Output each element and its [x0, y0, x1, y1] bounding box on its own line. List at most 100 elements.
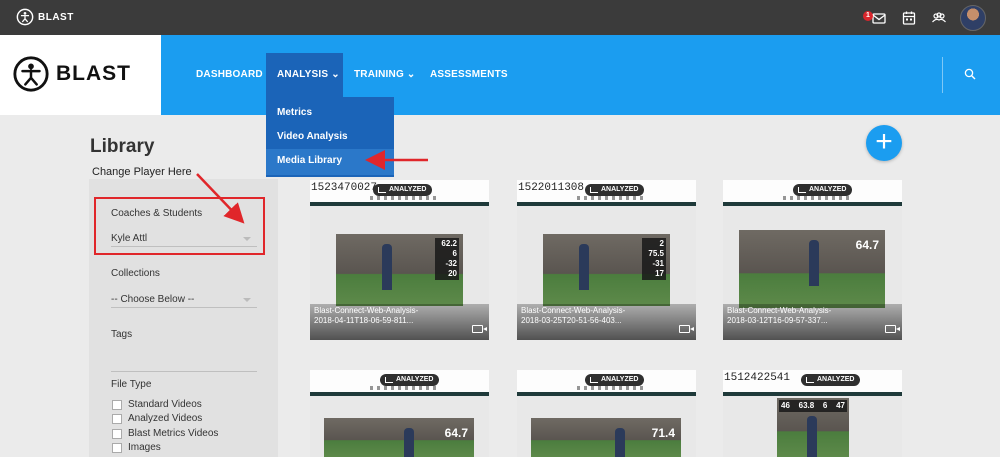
blast-logo-icon — [13, 56, 49, 92]
metric-value: 46 — [781, 401, 790, 410]
card-title-line: 2018-03-25T20-51-56-403... — [521, 316, 622, 325]
topbar-logo[interactable]: BLAST — [16, 8, 74, 26]
callout-highlight-box — [94, 197, 265, 255]
add-media-button[interactable]: + — [866, 125, 902, 161]
video-thumbnail[interactable]: 62.2 6 -32 20 — [336, 234, 463, 306]
card-caption: Blast-Connect-Web-Analysis- 2018-03-12T1… — [723, 304, 902, 340]
media-card[interactable]: ANALYZED 64.7 Blast-Connect-Web-Analysis… — [723, 180, 902, 340]
player-figure — [382, 244, 392, 290]
page-title: Library — [90, 136, 155, 157]
toolbar-strip — [577, 196, 647, 200]
collections-select[interactable]: -- Choose Below -- — [111, 294, 257, 308]
metric-value: -32 — [445, 259, 457, 268]
brand-name: BLAST — [56, 62, 131, 85]
team-button[interactable] — [930, 9, 948, 27]
video-thumbnail[interactable]: 64.7 — [324, 418, 474, 457]
filter-standard-videos[interactable]: Standard Videos — [112, 399, 202, 410]
blast-logo-icon — [16, 8, 34, 26]
card-title-line: 2018-03-12T16-09-57-337... — [727, 316, 828, 325]
toolbar-strip — [370, 196, 440, 200]
media-card[interactable]: 1523470027 ANALYZED 62.2 6 -32 20 Blast-… — [310, 180, 489, 340]
chevron-down-icon: ⌄ — [328, 69, 340, 80]
metric-value: 75.5 — [648, 249, 664, 258]
video-camera-icon — [679, 325, 694, 333]
filter-blast-metrics-videos[interactable]: Blast Metrics Videos — [112, 428, 218, 439]
media-card[interactable]: 1522011308 ANALYZED 2 75.5 -31 17 Blast-… — [517, 180, 696, 340]
nav-divider — [942, 57, 943, 93]
menu-item-metrics[interactable]: Metrics — [277, 107, 312, 118]
topbar-brand: BLAST — [38, 11, 74, 23]
plus-icon: + — [875, 125, 893, 158]
nav-analysis-label: ANALYSIS — [277, 69, 329, 80]
toolbar-strip — [577, 386, 647, 390]
nav-training[interactable]: TRAINING ⌄ — [354, 69, 416, 80]
filter-option-label: Standard Videos — [128, 399, 202, 410]
media-card[interactable]: 1512422541 ANALYZED 46 63.8 6 47 — [723, 370, 902, 457]
checkbox[interactable] — [112, 413, 122, 424]
toolbar-strip — [783, 196, 853, 200]
nav-assessments[interactable]: ASSESSMENTS — [430, 69, 508, 80]
player-figure — [579, 244, 589, 290]
card-timestamp: 1523470027 — [311, 182, 378, 194]
search-icon[interactable] — [964, 68, 976, 80]
video-thumbnail[interactable]: 46 63.8 6 47 — [777, 398, 849, 457]
tags-label: Tags — [111, 329, 133, 340]
card-title-line: Blast-Connect-Web-Analysis- — [521, 306, 626, 315]
metric-value: -31 — [652, 259, 664, 268]
checkbox[interactable] — [112, 428, 122, 439]
file-type-label: File Type — [111, 379, 152, 390]
logo-panel: BLAST — [0, 35, 161, 115]
card-timestamp: 1512422541 — [724, 372, 791, 384]
nav-analysis[interactable]: ANALYSIS ⌄ — [277, 69, 340, 80]
metrics-overlay: 46 63.8 6 47 — [779, 400, 847, 412]
tags-input[interactable] — [111, 371, 257, 372]
chevron-down-icon: ⌄ — [403, 69, 416, 80]
filter-option-label: Analyzed Videos — [128, 413, 203, 424]
card-title-line: Blast-Connect-Web-Analysis- — [314, 306, 419, 315]
media-card[interactable]: ANALYZED 71.4 — [517, 370, 696, 457]
topbar-actions: 1 — [863, 5, 986, 31]
filter-images[interactable]: Images — [112, 442, 161, 453]
avatar[interactable] — [960, 5, 986, 31]
inbox-icon — [872, 13, 886, 24]
metrics-overlay: 2 75.5 -31 17 — [642, 238, 666, 280]
analyzed-badge: ANALYZED — [585, 184, 645, 196]
blast-app: BLAST 1 BLAST DASHBOARD ANALYSIS ⌄ TRAIN… — [0, 0, 1000, 457]
collections-value: -- Choose Below -- — [111, 294, 195, 305]
inbox-button[interactable]: 1 — [863, 9, 888, 27]
card-caption: Blast-Connect-Web-Analysis- 2018-04-11T1… — [310, 304, 489, 340]
checkbox[interactable] — [112, 399, 122, 410]
team-icon — [932, 12, 946, 23]
notification-count-badge: 1 — [863, 11, 873, 21]
video-thumbnail[interactable]: 2 75.5 -31 17 — [543, 234, 670, 306]
video-thumbnail[interactable]: 71.4 — [531, 418, 681, 457]
metric-value: 71.4 — [651, 426, 675, 440]
checkbox[interactable] — [112, 442, 122, 453]
player-figure — [615, 428, 625, 457]
menu-item-media-library[interactable]: Media Library — [277, 155, 342, 166]
toolbar-strip — [370, 386, 440, 390]
metric-value: 62.2 — [441, 239, 457, 248]
metric-value: 6 — [452, 249, 457, 258]
calendar-button[interactable] — [900, 9, 918, 27]
analysis-dropdown-menu: Metrics Video Analysis Media Library — [266, 97, 394, 177]
menu-item-video-analysis[interactable]: Video Analysis — [277, 131, 348, 142]
analyzed-badge: ANALYZED — [801, 374, 861, 386]
analyzed-badge: ANALYZED — [585, 374, 645, 386]
brand-logo[interactable]: BLAST — [12, 55, 131, 93]
video-thumbnail[interactable]: 64.7 — [739, 230, 885, 308]
filter-option-label: Blast Metrics Videos — [128, 428, 219, 439]
metric-value: 47 — [836, 401, 845, 410]
card-title-line: Blast-Connect-Web-Analysis- — [727, 306, 832, 315]
filter-analyzed-videos[interactable]: Analyzed Videos — [112, 413, 202, 424]
player-figure — [404, 428, 414, 457]
top-bar: BLAST 1 — [0, 0, 1000, 35]
metric-value: 20 — [448, 269, 457, 278]
media-card[interactable]: ANALYZED 64.7 — [310, 370, 489, 457]
calendar-icon — [902, 11, 916, 25]
nav-dashboard[interactable]: DASHBOARD — [196, 69, 263, 80]
metric-value: 63.8 — [798, 401, 815, 410]
analyzed-badge: ANALYZED — [373, 184, 433, 196]
analyzed-badge: ANALYZED — [380, 374, 440, 386]
nav-training-label: TRAINING — [354, 69, 404, 80]
